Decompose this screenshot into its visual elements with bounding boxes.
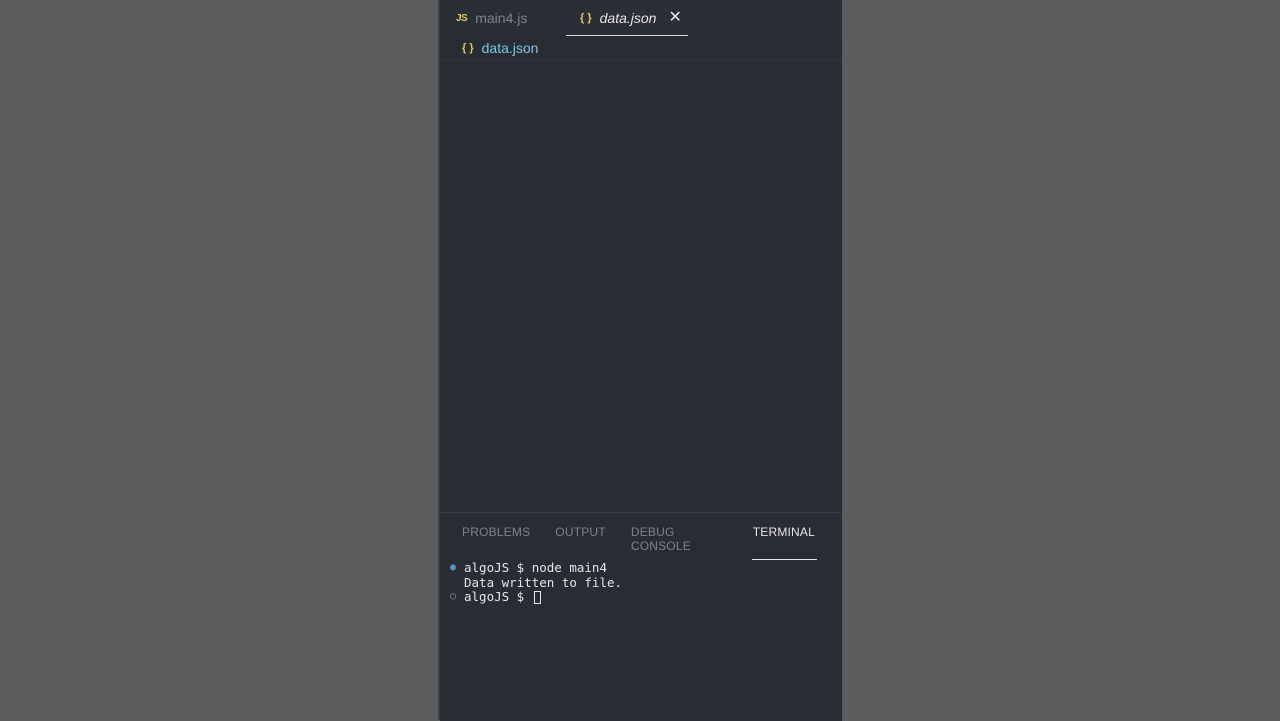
terminal-line: ● algoJS $ node main4 (450, 560, 622, 576)
command-pending-dot-icon: ○ (450, 591, 457, 602)
close-icon[interactable]: ✕ (668, 9, 681, 26)
terminal-prompt: algoJS $ (464, 589, 532, 604)
terminal-text: algoJS $ node main4 (464, 560, 607, 575)
terminal-text: Data written to file. (464, 574, 623, 590)
json-file-icon: { } (580, 11, 592, 24)
terminal-line: ○ algoJS $ (450, 589, 622, 605)
tab-terminal[interactable]: TERMINAL (751, 525, 817, 560)
terminal-output[interactable]: ● algoJS $ node main4 Data written to fi… (450, 560, 623, 605)
bottom-panel: PROBLEMS OUTPUT DEBUG CONSOLE TERMINAL ●… (440, 512, 842, 721)
editor-area[interactable] (440, 60, 842, 513)
javascript-file-icon: JS (456, 12, 468, 24)
tab-output[interactable]: OUTPUT (555, 525, 606, 560)
editor-window: JS main4.js { } data.json ✕ { } data.jso… (438, 0, 842, 721)
tab-label: main4.js (475, 10, 528, 26)
panel-tabs: PROBLEMS OUTPUT DEBUG CONSOLE TERMINAL (462, 525, 842, 560)
tab-bar: JS main4.js { } data.json ✕ (440, 0, 842, 36)
command-success-dot-icon: ● (450, 562, 457, 573)
json-file-icon: { } (462, 42, 474, 54)
terminal-cursor (533, 590, 541, 604)
tab-data-json[interactable]: { } data.json ✕ (566, 0, 688, 36)
breadcrumb-label: data.json (481, 40, 539, 56)
tab-debug-console[interactable]: DEBUG CONSOLE (631, 525, 727, 560)
breadcrumb[interactable]: { } data.json (462, 38, 538, 58)
tab-label: data.json (599, 9, 657, 26)
tab-main4-js[interactable]: JS main4.js (456, 0, 566, 36)
terminal-line: Data written to file. (450, 574, 623, 591)
tab-problems[interactable]: PROBLEMS (462, 525, 530, 560)
